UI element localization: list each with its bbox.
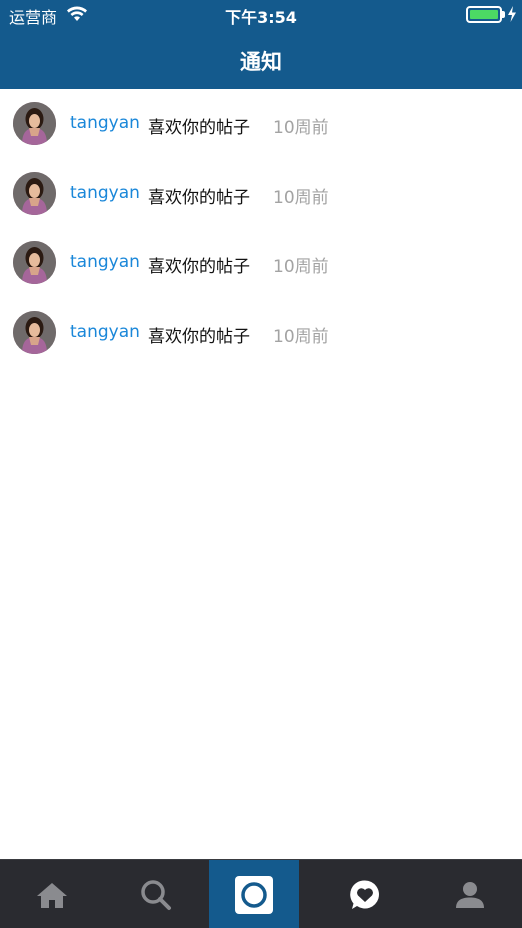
username-link[interactable]: tangyan: [70, 322, 140, 342]
notification-time: 10周前: [273, 257, 329, 277]
avatar[interactable]: [13, 171, 56, 215]
notification-action: 喜欢你的帖子: [148, 257, 250, 277]
battery-icon: [466, 6, 502, 23]
status-time: 下午3:54: [225, 8, 297, 27]
notification-time: 10周前: [273, 187, 329, 208]
tab-home[interactable]: [0, 860, 104, 928]
charging-bolt-icon: [508, 6, 516, 22]
battery-tip: [502, 11, 505, 18]
tab-search[interactable]: [104, 860, 208, 928]
status-bar: 运营商 下午3:54: [0, 0, 522, 28]
notification-action: 喜欢你的帖子: [148, 118, 250, 138]
notification-list: tangyan 喜欢你的帖子 10周前 tangyan 喜欢你的帖子 10周前: [0, 89, 522, 367]
tab-activity[interactable]: [313, 860, 417, 928]
avatar-image: [13, 241, 56, 284]
battery-fill: [470, 10, 498, 19]
notification-time: 10周前: [273, 326, 329, 347]
heart-bubble-icon: [350, 879, 380, 909]
home-icon: [37, 882, 68, 908]
username-link[interactable]: tangyan: [70, 113, 140, 133]
avatar[interactable]: [13, 102, 56, 145]
tab-profile[interactable]: [418, 860, 522, 928]
tab-bar: [0, 859, 522, 928]
notification-time: 10周前: [273, 118, 329, 138]
avatar-image: [13, 171, 56, 215]
notification-action: 喜欢你的帖子: [148, 326, 250, 347]
profile-icon: [456, 881, 485, 908]
camera-icon: [235, 875, 273, 914]
search-icon: [141, 879, 172, 910]
avatar-image: [13, 310, 56, 354]
notification-action: 喜欢你的帖子: [148, 187, 250, 208]
page-title: 通知: [240, 50, 282, 74]
header: 运营商 下午3:54 通知: [0, 0, 522, 89]
notification-row[interactable]: tangyan 喜欢你的帖子 10周前: [0, 89, 522, 159]
notification-row[interactable]: tangyan 喜欢你的帖子 10周前: [0, 159, 522, 229]
username-link[interactable]: tangyan: [70, 252, 140, 272]
notification-row[interactable]: tangyan 喜欢你的帖子 10周前: [0, 228, 522, 298]
avatar[interactable]: [13, 310, 56, 354]
tab-camera[interactable]: [209, 860, 299, 928]
notification-row[interactable]: tangyan 喜欢你的帖子 10周前: [0, 298, 522, 368]
avatar-image: [13, 102, 56, 145]
avatar[interactable]: [13, 241, 56, 284]
username-link[interactable]: tangyan: [70, 183, 140, 203]
